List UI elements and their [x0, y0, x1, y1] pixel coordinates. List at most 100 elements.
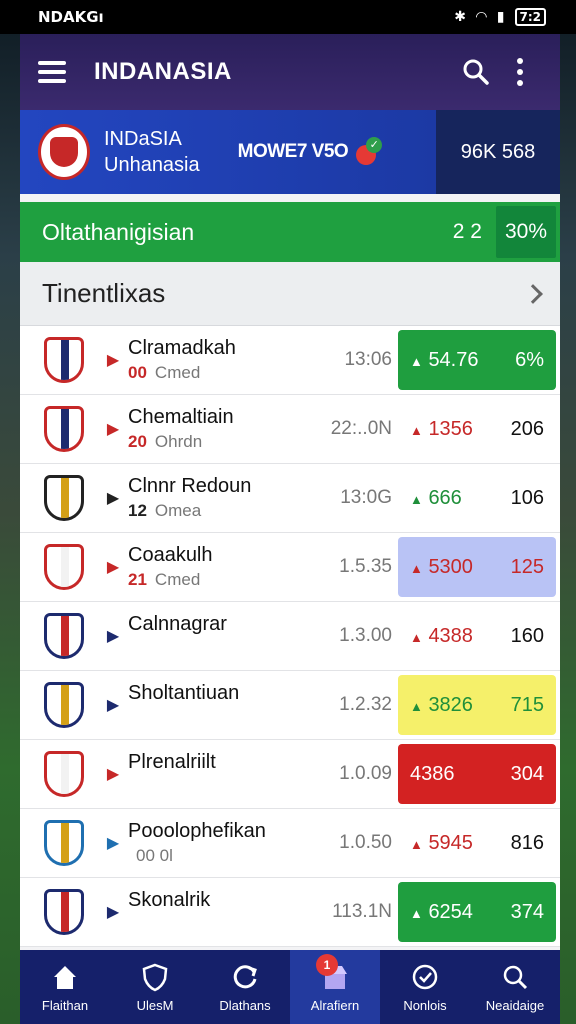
match-time: 113.1N	[332, 901, 392, 922]
team-name: Pooolophefikan	[128, 820, 266, 842]
match-time: 13:0G	[340, 487, 392, 508]
shield-icon	[140, 962, 170, 992]
odds-value: 6254	[428, 900, 473, 923]
featured-team-names: INDaSIA Unhanasia	[104, 126, 200, 178]
team-name: Plrenalriilt	[128, 751, 216, 773]
team-crest-icon	[44, 406, 84, 452]
app-window: INDANASIA INDaSIA Unhanasia MOWE7 V5O ✓ …	[20, 34, 560, 950]
team-subtitle: Cmed	[154, 570, 201, 589]
team-crest-icon	[44, 613, 84, 659]
home-icon	[50, 962, 80, 992]
team-name: Calnnagrar	[128, 613, 227, 635]
odds-button[interactable]: 4386 304	[398, 744, 556, 804]
team-sub: 00 Cmed	[128, 363, 308, 383]
odds-value: 54.76	[428, 348, 479, 371]
search-icon[interactable]	[454, 50, 498, 94]
odds-button[interactable]: ▲ 5300 125	[398, 537, 556, 597]
wifi-icon: ◠	[476, 9, 487, 25]
odds-percent: 304	[510, 762, 544, 785]
team-crest-icon	[44, 337, 84, 383]
refresh-icon	[230, 962, 260, 992]
match-row[interactable]: ▶ Plrenalriilt 1.0.09 4386 304	[20, 740, 560, 809]
odds-percent: 715	[510, 693, 544, 716]
section-header[interactable]: Tinentlixas	[20, 262, 560, 326]
odds-percent: 6%	[515, 348, 544, 371]
odds-button[interactable]: ▲ 5945 816	[398, 813, 556, 873]
tab-label: UlesM	[136, 997, 174, 1013]
odds-value: 3826	[428, 693, 473, 716]
team-name: Clnnr Redoun	[128, 475, 252, 497]
odds-button[interactable]: ▲ 3826 715	[398, 675, 556, 735]
more-vert-icon[interactable]	[498, 50, 542, 94]
arrow-up-icon: ▲	[410, 560, 423, 576]
tab-label: Neaidaige	[485, 997, 545, 1013]
odds-button[interactable]: ▲ 54.76 6%	[398, 330, 556, 390]
team-sub	[128, 777, 308, 797]
chevron-right-icon[interactable]	[523, 283, 543, 304]
match-row[interactable]: ▶ Chemaltiain 20 Ohrdn 22:..0N ▲ 1356 206	[20, 395, 560, 464]
flag-icon: ▶	[106, 490, 120, 507]
team-crest-icon	[38, 124, 90, 180]
arrow-up-icon: ▲	[410, 905, 423, 921]
odds-button[interactable]: ▲ 666 106	[398, 468, 556, 528]
featured-match-banner[interactable]: INDaSIA Unhanasia MOWE7 V5O ✓ 96K 568	[20, 110, 560, 194]
match-time: 1.5.35	[339, 556, 392, 577]
odds-percent: 816	[510, 831, 544, 854]
tab-shield[interactable]: UlesM	[110, 950, 200, 1024]
promo-bar[interactable]: Oltathanigisian 2 2 30%	[20, 202, 560, 262]
match-row[interactable]: ▶ Sholtantiuan 1.2.32 ▲ 3826 715	[20, 671, 560, 740]
odds-percent: 160	[510, 624, 544, 647]
featured-score: 96K 568	[436, 110, 560, 194]
odds-value: 666	[428, 486, 462, 509]
signal-icon: ▮	[496, 9, 505, 25]
match-row[interactable]: ▶ Clramadkah 00 Cmed 13:06 ▲ 54.76 6%	[20, 326, 560, 395]
tab-refresh[interactable]: Dlathans	[200, 950, 290, 1024]
team-sub: 21 Cmed	[128, 570, 308, 590]
flag-icon: ▶	[106, 835, 120, 852]
odds-button[interactable]: ▲ 4388 160	[398, 606, 556, 666]
match-time: 1.0.50	[339, 832, 392, 853]
featured-team-line2: Unhanasia	[104, 154, 200, 176]
arrow-up-icon: ▲	[410, 422, 423, 438]
odds-percent: 206	[510, 417, 544, 440]
flag-icon: ▶	[106, 697, 120, 714]
team-info: Chemaltiain 20 Ohrdn	[128, 406, 308, 452]
match-row[interactable]: ▶ Pooolophefikan 00 0l 1.0.50 ▲ 5945 816	[20, 809, 560, 878]
tab-search-doc[interactable]: Neaidaige	[470, 950, 560, 1024]
status-carrier: NDAKGı	[38, 8, 104, 26]
match-time: 1.2.32	[339, 694, 392, 715]
match-row[interactable]: ▶ Calnnagrar 1.3.00 ▲ 4388 160	[20, 602, 560, 671]
tab-home[interactable]: Flaithan	[20, 950, 110, 1024]
team-name: Sholtantiuan	[128, 682, 240, 704]
flag-icon: ▶	[106, 904, 120, 921]
section-title: Tinentlixas	[42, 278, 166, 308]
match-list: ▶ Clramadkah 00 Cmed 13:06 ▲ 54.76 6% ▶ C…	[20, 326, 560, 947]
arrow-up-icon: ▲	[410, 629, 423, 645]
bluetooth-icon: ✱	[454, 9, 466, 25]
team-crest-icon	[44, 682, 84, 728]
flag-icon: ▶	[106, 766, 120, 783]
hamburger-icon[interactable]	[38, 61, 66, 83]
team-crest-icon	[44, 889, 84, 935]
match-row[interactable]: ▶ Coaakulh 21 Cmed 1.5.35 ▲ 5300 125	[20, 533, 560, 602]
team-subtitle: Omea	[154, 501, 202, 520]
team-number: 20	[128, 432, 147, 451]
match-row[interactable]: ▶ Skonalrik 113.1N ▲ 6254 374	[20, 878, 560, 947]
team-number: 21	[128, 570, 147, 589]
tab-verified[interactable]: Nonlois	[380, 950, 470, 1024]
arrow-up-icon: ▲	[410, 698, 423, 714]
flag-icon: ▶	[106, 421, 120, 438]
odds-value: 1356	[428, 417, 473, 440]
odds-percent: 106	[510, 486, 544, 509]
tab-store[interactable]: 1 Alrafiern	[290, 950, 380, 1024]
team-crest-icon	[44, 475, 84, 521]
team-sub: 00 0l	[128, 846, 308, 866]
tab-label: Nonlois	[403, 997, 447, 1013]
match-row[interactable]: ▶ Clnnr Redoun 12 Omea 13:0G ▲ 666 106	[20, 464, 560, 533]
flag-icon: ▶	[106, 352, 120, 369]
featured-match-code: MOWE7 V5O	[237, 141, 349, 162]
odds-button[interactable]: ▲ 1356 206	[398, 399, 556, 459]
team-number: 00	[128, 363, 147, 382]
team-name: Coaakulh	[128, 544, 213, 566]
odds-button[interactable]: ▲ 6254 374	[398, 882, 556, 942]
